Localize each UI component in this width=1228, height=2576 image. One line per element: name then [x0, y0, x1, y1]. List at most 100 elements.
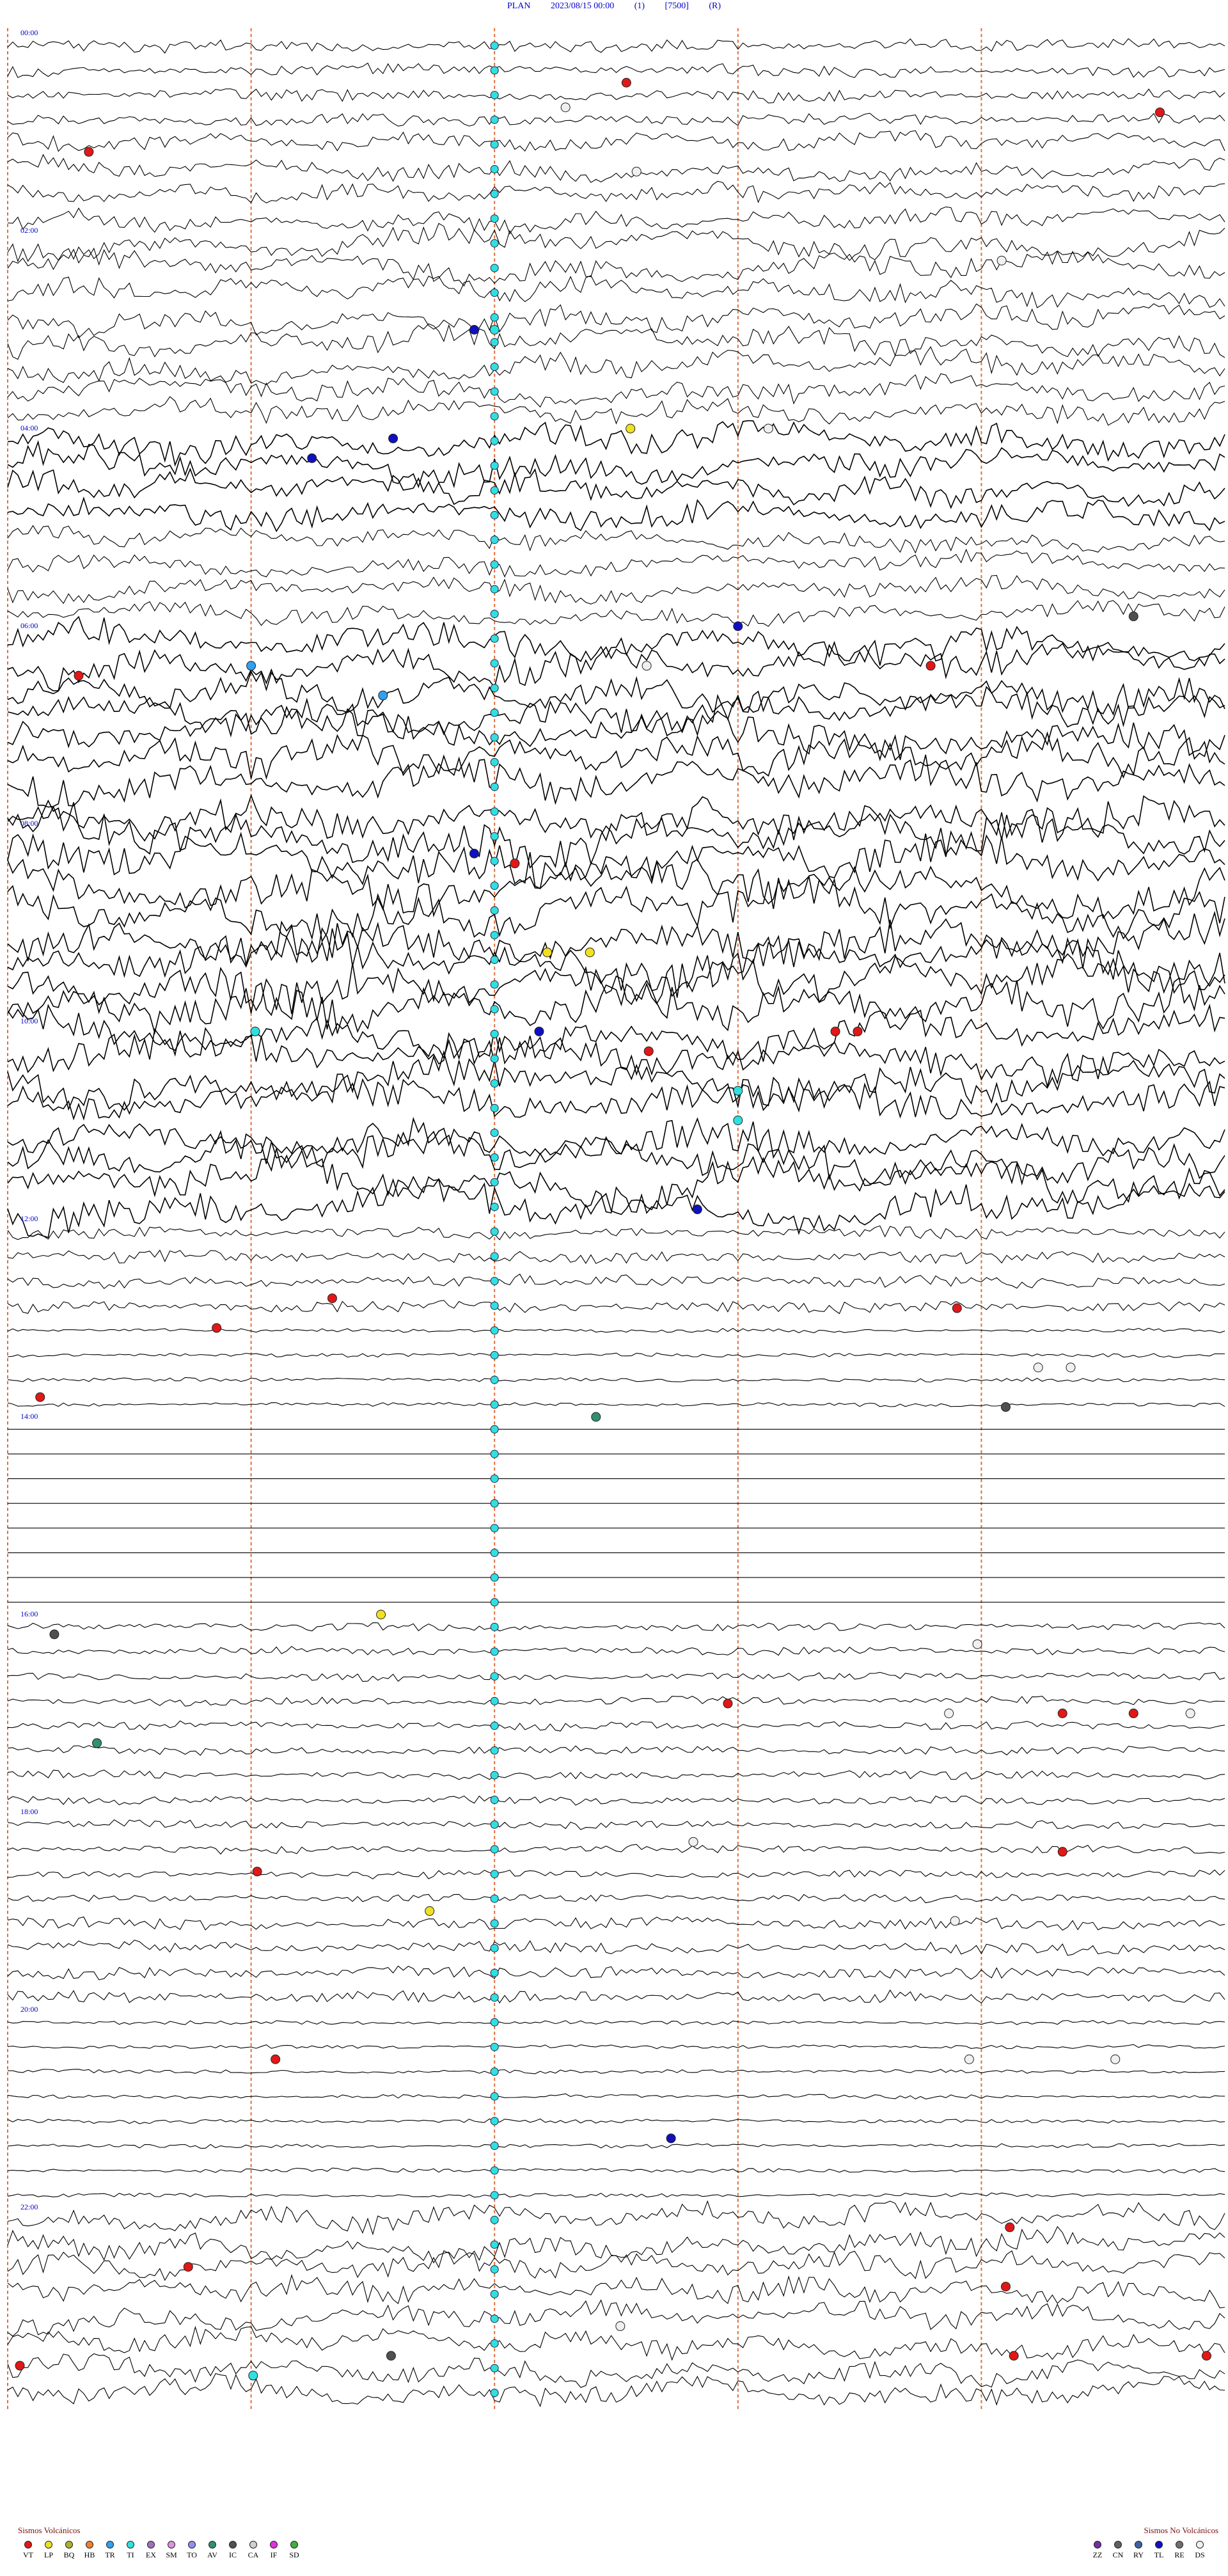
ti-event-marker	[490, 931, 499, 940]
trace-row-23	[7, 600, 1225, 627]
event-marker-vt	[723, 1698, 733, 1709]
trace-row-48	[7, 1225, 1225, 1240]
legend-code-ex: EX	[146, 2550, 156, 2559]
event-marker-lp	[585, 947, 595, 958]
ti-event-marker	[490, 1178, 499, 1187]
trace-row-47	[7, 1175, 1225, 1238]
trace-row-7	[7, 206, 1225, 235]
trace-row-85	[7, 2143, 1225, 2149]
ti-event-marker	[490, 2092, 499, 2101]
event-marker-vt	[1005, 2222, 1015, 2232]
legend-item-ca: CA	[243, 2541, 264, 2560]
event-marker-ds	[560, 102, 571, 113]
legend-code-av: AV	[207, 2550, 217, 2559]
trace-row-50	[7, 1274, 1225, 1290]
legend-dot-ti	[127, 2541, 134, 2548]
legend-dot-re	[1176, 2541, 1183, 2548]
ti-event-marker	[490, 832, 499, 841]
ti-event-marker	[490, 387, 499, 396]
event-marker-ds	[964, 2054, 974, 2064]
legend-item-vt: VT	[18, 2541, 38, 2560]
ti-event-marker	[490, 362, 499, 371]
event-marker-vt	[327, 1293, 337, 1304]
ti-event-marker	[490, 1450, 499, 1458]
legend-dot-bq	[65, 2541, 73, 2548]
ti-event-marker	[490, 2364, 499, 2373]
legend-nonvolcanic-title: Sismos No Volcánicos	[1144, 2525, 1218, 2535]
hour-label: 22:00	[20, 2202, 38, 2211]
event-marker-ds	[944, 1709, 954, 1718]
legend-dot-vt	[24, 2541, 32, 2548]
ti-event-marker	[490, 1103, 499, 1112]
trace-row-64	[7, 1622, 1225, 1632]
event-marker-vt	[212, 1323, 222, 1333]
event-marker-vt	[643, 1046, 654, 1056]
ti-event-marker	[490, 1227, 499, 1236]
trace-row-0	[7, 38, 1225, 54]
trace-row-70	[7, 1769, 1225, 1780]
trace-row-88	[7, 2200, 1225, 2236]
legend-volcanic: Sismos Volcánicos VT LP BQ HB TR TI EX SM TO AV IC…	[18, 2525, 304, 2560]
event-marker-tr	[378, 690, 388, 700]
trace-row-11	[7, 303, 1225, 339]
event-marker-lp	[425, 1906, 435, 1916]
trace-row-81	[7, 2044, 1225, 2050]
trace-row-3	[7, 113, 1225, 127]
ti-event-marker	[490, 2240, 499, 2249]
ti-event-marker	[490, 1796, 499, 1805]
legend-item-ry: RY	[1128, 2541, 1149, 2560]
event-marker-ic	[1000, 1402, 1011, 1412]
ti-event-marker	[490, 412, 499, 421]
event-marker-ds	[1033, 1363, 1043, 1373]
event-marker-tr	[246, 661, 256, 671]
legend-code-cn: CN	[1112, 2550, 1124, 2559]
ti-event-marker	[490, 2067, 499, 2076]
legend-code-tr: TR	[105, 2550, 115, 2559]
ti-event-marker	[490, 1598, 499, 1607]
event-marker-ds	[688, 1837, 698, 1847]
ti-event-marker	[490, 708, 499, 717]
event-marker-vt	[1155, 107, 1165, 118]
hour-label: 08:00	[20, 819, 38, 828]
event-marker-vt	[1009, 2351, 1019, 2361]
legend-item-cn: CN	[1108, 2541, 1128, 2560]
trace-row-69	[7, 1745, 1225, 1756]
ti-event-marker	[490, 560, 499, 569]
event-marker-ti	[250, 1026, 260, 1036]
legend-volcanic-title: Sismos Volcánicos	[18, 2525, 81, 2535]
seismic-traces	[7, 38, 1225, 2408]
legend-item-av: AV	[202, 2541, 223, 2560]
trace-row-78	[7, 1965, 1225, 1980]
event-marker-ic	[1128, 612, 1138, 622]
trace-row-49	[7, 1249, 1225, 1265]
event-marker-ds	[1110, 2054, 1121, 2064]
trace-row-94	[7, 2353, 1225, 2388]
ti-event-marker	[490, 2117, 499, 2126]
legend-item-re: RE	[1169, 2541, 1190, 2560]
ti-event-marker	[490, 2166, 499, 2175]
trace-row-30	[7, 754, 1225, 808]
trace-row-5	[7, 154, 1225, 184]
trace-row-26	[7, 670, 1225, 716]
legend-dot-sd	[290, 2541, 298, 2548]
legend-volcanic-items: VT LP BQ HB TR TI EX SM TO AV IC CA IF SD	[18, 2541, 304, 2560]
legend-dot-ic	[229, 2541, 237, 2548]
trace-row-2	[7, 88, 1225, 104]
trace-row-4	[7, 130, 1225, 152]
event-marker-vt	[952, 1303, 962, 1313]
ti-event-marker	[490, 1499, 499, 1508]
event-marker-tl	[692, 1205, 702, 1215]
ti-event-marker	[490, 1943, 499, 1952]
event-marker-ti	[489, 325, 500, 335]
legend-item-hb: HB	[79, 2541, 100, 2560]
event-marker-tl	[733, 621, 743, 631]
event-marker-vt	[1057, 1847, 1067, 1857]
ti-event-marker	[490, 1474, 499, 1483]
legend-code-sd: SD	[289, 2550, 299, 2559]
event-marker-vt	[621, 77, 631, 88]
trace-row-77	[7, 1940, 1225, 1956]
ti-event-marker	[490, 955, 499, 964]
ti-event-marker	[490, 2191, 499, 2200]
hour-label: 12:00	[20, 1214, 38, 1223]
legend-dot-cn	[1114, 2541, 1122, 2548]
